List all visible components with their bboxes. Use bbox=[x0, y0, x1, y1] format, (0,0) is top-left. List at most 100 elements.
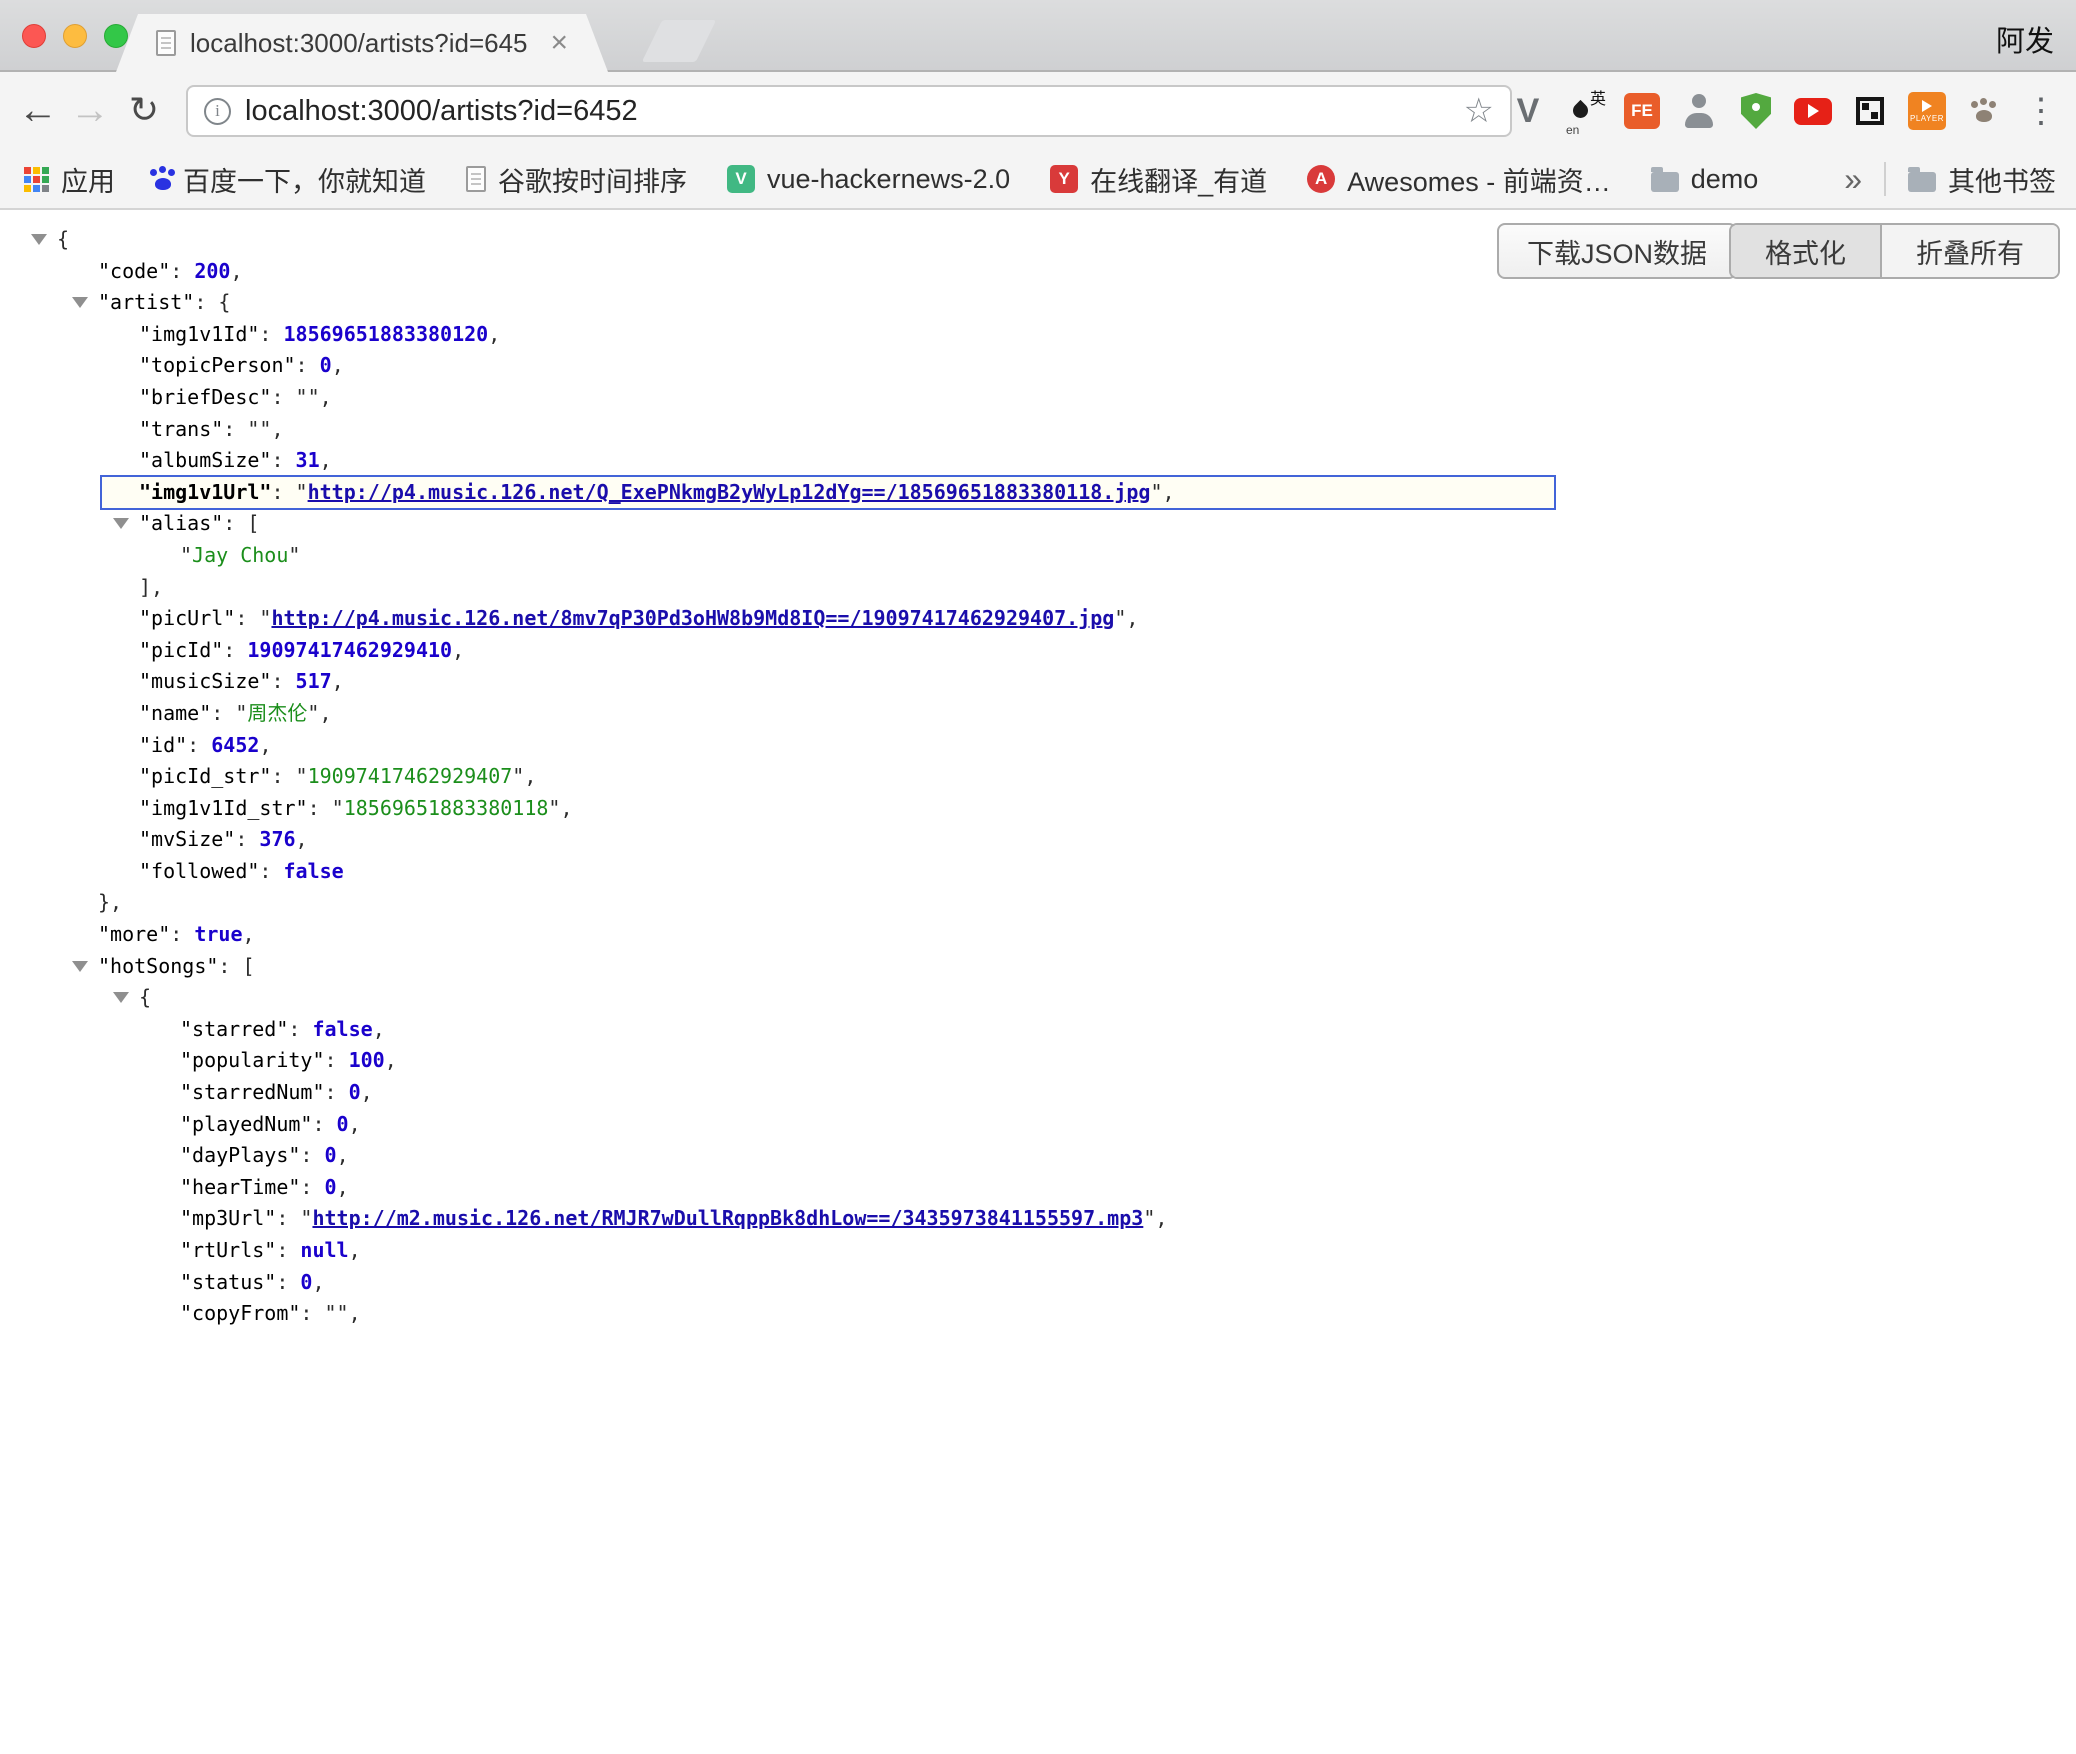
profile-extension-icon[interactable] bbox=[1678, 86, 1720, 136]
bookmark-apps[interactable]: 应用 bbox=[24, 160, 115, 199]
json-line: "popularity": 100, bbox=[0, 1045, 2076, 1077]
json-line: "id": 6452, bbox=[0, 730, 2076, 762]
json-line: "musicSize": 517, bbox=[0, 666, 2076, 698]
browser-menu-button[interactable]: ⋮ bbox=[2020, 86, 2062, 136]
other-bookmarks-button[interactable]: 其他书签 bbox=[1908, 160, 2056, 199]
bookmark-baidu[interactable]: 百度一下，你就知道 bbox=[155, 160, 426, 199]
json-token-n: 0 bbox=[325, 1175, 337, 1199]
reload-button[interactable]: ↻ bbox=[120, 82, 168, 138]
bookmark-vue-hackernews[interactable]: V vue-hackernews-2.0 bbox=[727, 164, 1010, 195]
json-token-p: ], bbox=[139, 575, 163, 599]
back-button[interactable]: ← bbox=[14, 82, 62, 138]
json-token-p: : bbox=[300, 1143, 324, 1167]
bookmark-star-icon[interactable]: ☆ bbox=[1464, 94, 1494, 128]
json-token-k: "dayPlays" bbox=[180, 1143, 300, 1167]
site-info-icon[interactable]: i bbox=[204, 98, 231, 125]
player-extension-icon[interactable]: PLAYER bbox=[1906, 86, 1948, 136]
translate-sub-label: en bbox=[1566, 123, 1579, 137]
collapse-caret-icon[interactable] bbox=[72, 961, 88, 972]
json-token-p: " bbox=[288, 543, 300, 567]
forward-button[interactable]: → bbox=[66, 82, 114, 138]
json-token-p: " bbox=[296, 480, 308, 504]
json-token-p: : bbox=[308, 796, 332, 820]
json-token-p: , bbox=[337, 1143, 349, 1167]
collapse-caret-icon[interactable] bbox=[31, 234, 47, 245]
folder-icon bbox=[1651, 172, 1679, 192]
json-token-p: , bbox=[332, 669, 344, 693]
json-token-k: "hearTime" bbox=[180, 1175, 300, 1199]
bookmark-label: demo bbox=[1691, 164, 1759, 195]
json-token-n: 376 bbox=[259, 827, 295, 851]
json-token-p: , bbox=[488, 322, 500, 346]
fehelper-extension-icon[interactable]: FE bbox=[1621, 86, 1663, 136]
json-url-link[interactable]: http://p4.music.126.net/8mv7qP30Pd3oHW8b… bbox=[271, 606, 1114, 630]
json-token-p: : bbox=[325, 1080, 349, 1104]
json-line: "picUrl": "http://p4.music.126.net/8mv7q… bbox=[0, 603, 2076, 635]
json-token-p: , bbox=[1163, 480, 1175, 504]
json-line: "mvSize": 376, bbox=[0, 824, 2076, 856]
json-token-k: "name" bbox=[139, 701, 211, 725]
json-token-s: Jay Chou bbox=[192, 543, 288, 567]
json-line: }, bbox=[0, 887, 2076, 919]
json-line: { bbox=[0, 982, 2076, 1014]
json-line: "starred": false, bbox=[0, 1014, 2076, 1046]
json-token-p: { bbox=[139, 985, 151, 1009]
bookmark-demo[interactable]: demo bbox=[1651, 164, 1759, 195]
json-token-p: : [ bbox=[218, 954, 254, 978]
json-token-p: , bbox=[312, 1270, 324, 1294]
json-token-p: : bbox=[276, 1206, 300, 1230]
json-token-p: " bbox=[512, 764, 524, 788]
collapse-caret-icon[interactable] bbox=[113, 518, 129, 529]
json-token-k: "picId" bbox=[139, 638, 223, 662]
json-line: "topicPerson": 0, bbox=[0, 350, 2076, 382]
browser-toolbar: ← → ↻ i localhost:3000/artists?id=6452 ☆… bbox=[0, 72, 2076, 150]
qrcode-extension-icon[interactable] bbox=[1849, 86, 1891, 136]
bookmark-youdao[interactable]: Y 在线翻译_有道 bbox=[1050, 160, 1267, 199]
bookmark-label: 谷歌按时间排序 bbox=[498, 160, 687, 199]
window-controls bbox=[22, 24, 128, 48]
shield-extension-icon[interactable] bbox=[1735, 86, 1777, 136]
close-window-button[interactable] bbox=[22, 24, 46, 48]
json-token-k: "popularity" bbox=[180, 1048, 325, 1072]
json-token-p: " bbox=[296, 764, 308, 788]
translate-pen-icon[interactable]: 英 en bbox=[1564, 86, 1606, 136]
json-url-link[interactable]: http://m2.music.126.net/RMJR7wDullRqppBk… bbox=[312, 1206, 1143, 1230]
tab-close-icon[interactable]: × bbox=[550, 28, 568, 58]
youdao-icon: Y bbox=[1050, 165, 1078, 193]
minimize-window-button[interactable] bbox=[63, 24, 87, 48]
bookmarks-right-group: » 其他书签 bbox=[1844, 150, 2056, 208]
json-token-k: "trans" bbox=[139, 417, 223, 441]
vimium-extension-icon[interactable]: V bbox=[1507, 86, 1549, 136]
json-token-k: "picUrl" bbox=[139, 606, 235, 630]
json-url-link[interactable]: http://p4.music.126.net/Q_ExePNkmgB2yWyL… bbox=[308, 480, 1151, 504]
json-token-p: : bbox=[271, 764, 295, 788]
json-token-p: : bbox=[296, 353, 320, 377]
json-token-k: "more" bbox=[98, 922, 170, 946]
bookmark-google-sort[interactable]: 谷歌按时间排序 bbox=[466, 160, 687, 199]
zoom-window-button[interactable] bbox=[104, 24, 128, 48]
json-token-k: "alias" bbox=[139, 511, 223, 535]
json-token-p: , bbox=[349, 1238, 361, 1262]
json-token-p: " bbox=[548, 796, 560, 820]
json-token-p: "" bbox=[325, 1301, 349, 1325]
bookmark-awesomes[interactable]: A Awesomes - 前端资… bbox=[1307, 160, 1611, 199]
json-line: "img1v1Id": 18569651883380120, bbox=[0, 319, 2076, 351]
bookmarks-overflow-chevron[interactable]: » bbox=[1844, 161, 1862, 198]
address-bar[interactable]: i localhost:3000/artists?id=6452 ☆ bbox=[186, 85, 1512, 137]
browser-tab[interactable]: localhost:3000/artists?id=645 × bbox=[116, 14, 608, 72]
collapse-caret-icon[interactable] bbox=[113, 992, 129, 1003]
json-token-p: : bbox=[170, 259, 194, 283]
youtube-extension-icon[interactable] bbox=[1792, 86, 1834, 136]
new-tab-button[interactable] bbox=[642, 20, 716, 62]
json-token-n: 6452 bbox=[211, 733, 259, 757]
json-line: "picId_str": "19097417462929407", bbox=[0, 761, 2076, 793]
paw-extension-icon[interactable] bbox=[1963, 86, 2005, 136]
json-line: "status": 0, bbox=[0, 1267, 2076, 1299]
json-token-p: " bbox=[259, 606, 271, 630]
json-token-p: : bbox=[271, 669, 295, 693]
json-token-p: : bbox=[259, 859, 283, 883]
url-text[interactable]: localhost:3000/artists?id=6452 bbox=[245, 95, 1450, 128]
json-token-p: : bbox=[259, 322, 283, 346]
json-token-k: "followed" bbox=[139, 859, 259, 883]
collapse-caret-icon[interactable] bbox=[72, 297, 88, 308]
